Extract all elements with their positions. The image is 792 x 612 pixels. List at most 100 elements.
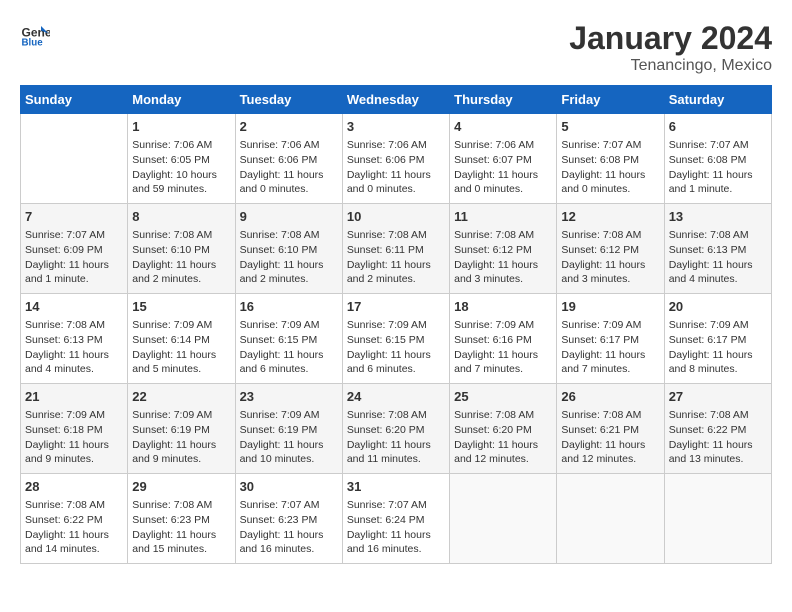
day-info: Sunrise: 7:07 AM (347, 498, 445, 513)
calendar-cell: 15Sunrise: 7:09 AMSunset: 6:14 PMDayligh… (128, 294, 235, 384)
day-info: Daylight: 11 hours (240, 528, 338, 543)
day-number: 29 (132, 478, 230, 496)
page-header: General Blue January 2024 Tenancingo, Me… (20, 20, 772, 75)
calendar-cell: 17 Sunrise: 7:09 AMSunset: 6:15 PMDayligh… (342, 294, 449, 384)
day-info: Daylight: 11 hours (669, 168, 767, 183)
calendar-week-5: 28Sunrise: 7:08 AMSunset: 6:22 PMDayligh… (21, 474, 772, 564)
day-info: Sunset: 6:12 PM (561, 243, 659, 258)
day-info: Daylight: 11 hours (25, 528, 123, 543)
calendar-cell: 31Sunrise: 7:07 AMSunset: 6:24 PMDayligh… (342, 474, 449, 564)
day-info: Sunset: 6:06 PM (347, 153, 445, 168)
day-number: 2 (240, 118, 338, 136)
day-info: Sunrise: 7:08 AM (454, 408, 552, 423)
day-info: and 2 minutes. (240, 272, 338, 287)
month-title: January 2024 (569, 20, 772, 57)
day-info: Sunset: 6:11 PM (347, 243, 445, 258)
day-info: Daylight: 11 hours (132, 528, 230, 543)
day-info: Sunset: 6:22 PM (669, 423, 767, 438)
calendar-cell: 30Sunrise: 7:07 AMSunset: 6:23 PMDayligh… (235, 474, 342, 564)
day-info: and 12 minutes. (454, 452, 552, 467)
day-info: Sunset: 6:05 PM (132, 153, 230, 168)
day-number: 9 (240, 208, 338, 226)
day-info: Sunset: 6:08 PM (561, 153, 659, 168)
weekday-header-monday: Monday (128, 86, 235, 114)
day-info: Sunset: 6:17 PM (561, 333, 659, 348)
day-info: Daylight: 11 hours (669, 438, 767, 453)
day-info: Daylight: 11 hours (561, 348, 659, 363)
day-info: Daylight: 11 hours (347, 258, 445, 273)
calendar-cell: 22Sunrise: 7:09 AMSunset: 6:19 PMDayligh… (128, 384, 235, 474)
day-info: Sunrise: 7:07 AM (561, 138, 659, 153)
day-number: 11 (454, 208, 552, 226)
day-info: and 9 minutes. (132, 452, 230, 467)
day-info: Daylight: 10 hours (132, 168, 230, 183)
day-info: Daylight: 11 hours (561, 258, 659, 273)
day-info: Sunrise: 7:09 AM (132, 408, 230, 423)
day-info: Daylight: 11 hours (561, 168, 659, 183)
day-info: Sunrise: 7:09 AM (240, 408, 338, 423)
day-info: Daylight: 11 hours (347, 438, 445, 453)
day-info: Sunrise: 7:08 AM (132, 498, 230, 513)
day-info: Daylight: 11 hours (454, 168, 552, 183)
day-info: Sunrise: 7:09 AM (669, 318, 767, 333)
day-info: Sunset: 6:14 PM (132, 333, 230, 348)
day-info: Sunrise: 7:06 AM (454, 138, 552, 153)
day-info: and 3 minutes. (454, 272, 552, 287)
day-info: Sunset: 6:06 PM (240, 153, 338, 168)
calendar-cell: 23Sunrise: 7:09 AMSunset: 6:19 PMDayligh… (235, 384, 342, 474)
day-info: Sunrise: 7:08 AM (561, 228, 659, 243)
weekday-header-sunday: Sunday (21, 86, 128, 114)
day-info: and 2 minutes. (347, 272, 445, 287)
day-info: and 14 minutes. (25, 542, 123, 557)
day-info: Sunset: 6:16 PM (454, 333, 552, 348)
calendar-cell: 25Sunrise: 7:08 AMSunset: 6:20 PMDayligh… (450, 384, 557, 474)
calendar-cell: 8Sunrise: 7:08 AMSunset: 6:10 PMDaylight… (128, 204, 235, 294)
day-info: Sunrise: 7:08 AM (347, 228, 445, 243)
day-info: and 7 minutes. (454, 362, 552, 377)
weekday-header-thursday: Thursday (450, 86, 557, 114)
day-info: and 6 minutes. (240, 362, 338, 377)
day-info: Sunset: 6:21 PM (561, 423, 659, 438)
weekday-header-row: SundayMondayTuesdayWednesdayThursdayFrid… (21, 86, 772, 114)
calendar-cell (557, 474, 664, 564)
day-info: Sunrise: 7:09 AM (454, 318, 552, 333)
day-info: and 7 minutes. (561, 362, 659, 377)
day-info: and 3 minutes. (561, 272, 659, 287)
svg-text:Blue: Blue (22, 38, 44, 49)
day-info: Sunrise: 7:09 AM (347, 318, 445, 333)
calendar-table: SundayMondayTuesdayWednesdayThursdayFrid… (20, 85, 772, 564)
day-number: 15 (132, 298, 230, 316)
calendar-cell: 28Sunrise: 7:08 AMSunset: 6:22 PMDayligh… (21, 474, 128, 564)
day-info: Sunrise: 7:09 AM (240, 318, 338, 333)
day-info: Sunset: 6:24 PM (347, 513, 445, 528)
calendar-cell: 24Sunrise: 7:08 AMSunset: 6:20 PMDayligh… (342, 384, 449, 474)
day-info: Sunset: 6:15 PM (347, 333, 445, 348)
day-info: Sunrise: 7:07 AM (240, 498, 338, 513)
day-number: 7 (25, 208, 123, 226)
calendar-cell: 19Sunrise: 7:09 AMSunset: 6:17 PMDayligh… (557, 294, 664, 384)
day-info: Daylight: 11 hours (25, 348, 123, 363)
day-number: 6 (669, 118, 767, 136)
location-title: Tenancingo, Mexico (569, 57, 772, 75)
day-number: 4 (454, 118, 552, 136)
calendar-cell: 20 Sunrise: 7:09 AMSunset: 6:17 PMDayligh… (664, 294, 771, 384)
day-info: Sunset: 6:09 PM (25, 243, 123, 258)
day-info: Sunrise: 7:08 AM (669, 408, 767, 423)
calendar-week-1: 1Sunrise: 7:06 AMSunset: 6:05 PMDaylight… (21, 114, 772, 204)
day-number: 20 (669, 298, 767, 316)
day-info: Sunrise: 7:08 AM (132, 228, 230, 243)
day-info: Sunrise: 7:08 AM (25, 498, 123, 513)
day-info: Sunset: 6:19 PM (240, 423, 338, 438)
day-info: Sunrise: 7:07 AM (669, 138, 767, 153)
day-info: Sunrise: 7:09 AM (561, 318, 659, 333)
day-info: Daylight: 11 hours (347, 168, 445, 183)
day-info: Daylight: 11 hours (669, 348, 767, 363)
day-info: Sunset: 6:17 PM (669, 333, 767, 348)
day-info: and 4 minutes. (669, 272, 767, 287)
day-number: 17 (347, 298, 445, 316)
day-number: 5 (561, 118, 659, 136)
day-info: Daylight: 11 hours (347, 348, 445, 363)
day-info: Sunrise: 7:08 AM (669, 228, 767, 243)
day-info: and 15 minutes. (132, 542, 230, 557)
day-info: and 0 minutes. (454, 182, 552, 197)
